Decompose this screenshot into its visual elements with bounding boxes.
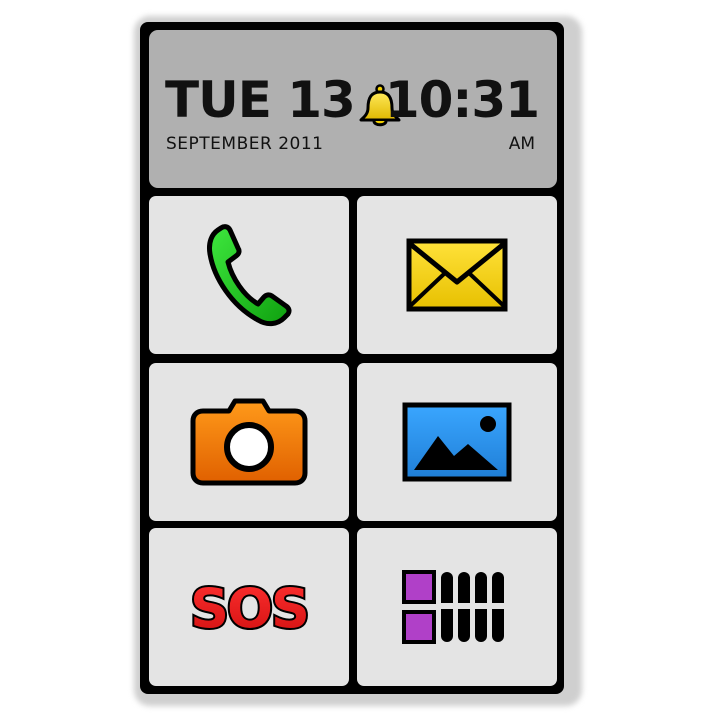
clock-period: AM	[508, 134, 535, 154]
sos-text: SOS	[190, 577, 308, 640]
sos-tile[interactable]: SOS	[149, 528, 349, 686]
messages-tile[interactable]	[357, 196, 557, 354]
camera-tile[interactable]	[149, 363, 349, 521]
envelope-icon	[406, 238, 508, 312]
gallery-tile[interactable]	[357, 363, 557, 521]
launcher-screen: TUE 13 SEPTEMBER 2011 10:31 AM SOS	[0, 0, 720, 720]
camera-icon	[190, 398, 308, 486]
sos-label: SOS	[188, 575, 312, 642]
status-header: TUE 13 SEPTEMBER 2011 10:31 AM	[149, 30, 557, 188]
clock-time: 10:31	[384, 71, 540, 129]
phone-tile[interactable]	[149, 196, 349, 354]
app-grid-icon	[402, 570, 504, 644]
phone-frame: TUE 13 SEPTEMBER 2011 10:31 AM SOS	[140, 22, 564, 694]
date-month-year: SEPTEMBER 2011	[166, 134, 324, 154]
picture-icon	[402, 402, 512, 482]
date-day: TUE 13	[165, 71, 356, 129]
apps-tile[interactable]	[357, 528, 557, 686]
phone-handset-icon	[207, 224, 292, 327]
